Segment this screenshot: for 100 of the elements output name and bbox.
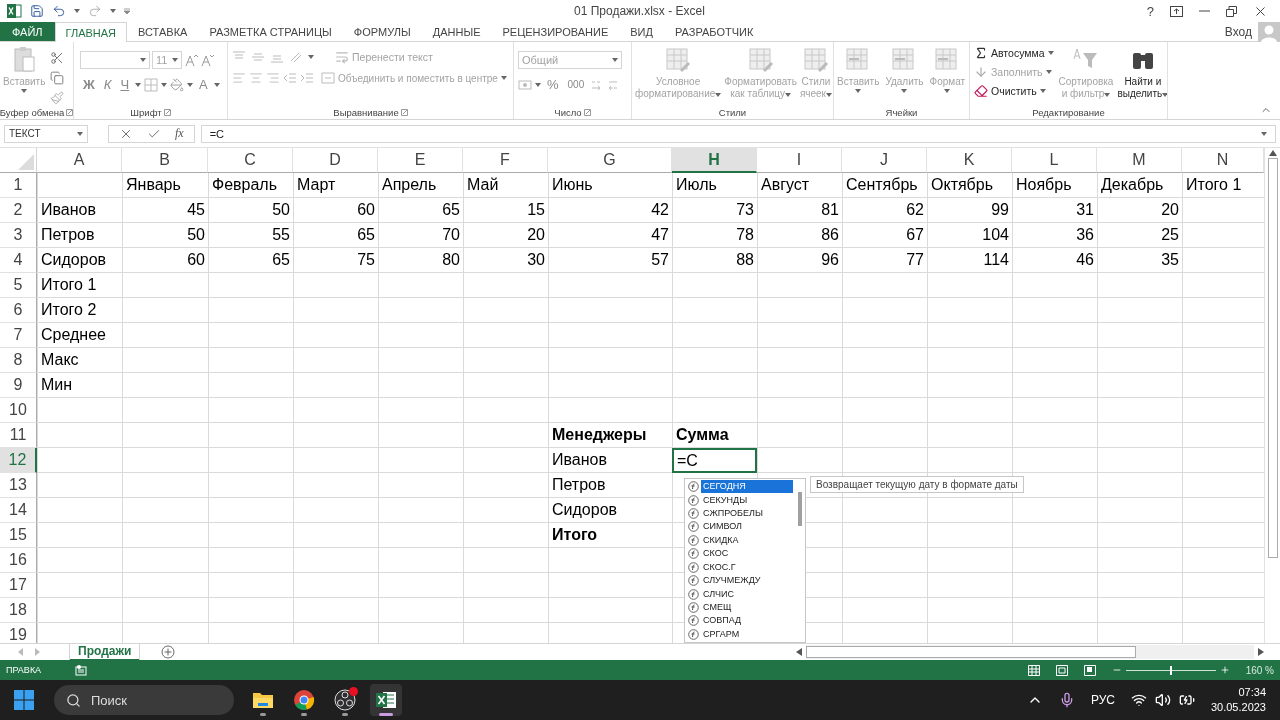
autocomplete-item[interactable]: СЖПРОБЕЛЫ xyxy=(701,507,793,521)
group-label: Шрифт xyxy=(130,106,162,118)
ribbon-tab[interactable]: ФОРМУЛЫ xyxy=(342,22,422,41)
number-cell: 15 xyxy=(463,198,548,223)
column-header[interactable]: J xyxy=(842,148,927,173)
language-indicator[interactable]: РУС xyxy=(1090,693,1115,707)
number-cell: 65 xyxy=(293,223,378,248)
table-cell: Июль xyxy=(672,173,757,198)
insert-function-button[interactable]: fx xyxy=(175,126,184,141)
table-cell: Ноябрь xyxy=(1012,173,1097,198)
autocomplete-item[interactable]: СКИДКА xyxy=(701,533,793,547)
mode-indicator: ПРАВКА xyxy=(6,665,42,675)
row-header[interactable]: 3 xyxy=(0,223,37,248)
column-header[interactable]: H xyxy=(672,148,757,173)
ribbon-tab[interactable]: РАЗРАБОТЧИК xyxy=(663,22,765,41)
autocomplete-item[interactable]: СЛЧИС xyxy=(701,587,793,601)
autocomplete-item[interactable]: СМЕЩ xyxy=(701,601,793,614)
table-cell: Декабрь xyxy=(1097,173,1182,198)
autocomplete-item[interactable]: СРГАРМ xyxy=(701,627,793,641)
column-header[interactable]: F xyxy=(463,148,548,173)
number-cell: 42 xyxy=(548,198,672,223)
column-header[interactable]: A xyxy=(37,148,122,173)
number-cell: 65 xyxy=(378,198,463,223)
row-header[interactable]: 19 xyxy=(0,623,37,643)
row-header[interactable]: 4 xyxy=(0,248,37,273)
autocomplete-item[interactable]: СОВПАД xyxy=(701,614,793,628)
table-cell: Иванов xyxy=(548,448,672,473)
number-cell: 47 xyxy=(548,223,672,248)
row-header[interactable]: 15 xyxy=(0,523,37,548)
autocomplete-item[interactable]: СЛУЧМЕЖДУ xyxy=(701,574,793,588)
column-header[interactable]: K xyxy=(927,148,1012,173)
help-button[interactable]: ? xyxy=(1146,3,1154,19)
clock[interactable]: 07:34 30.05.2023 xyxy=(1210,685,1266,715)
clock-date: 30.05.2023 xyxy=(1210,700,1266,715)
ribbon-tab[interactable]: ВИД xyxy=(619,22,664,41)
number-cell: 88 xyxy=(672,248,757,273)
ribbon-tab[interactable]: ВСТАВКА xyxy=(127,22,199,41)
table-cell: Иванов xyxy=(37,198,122,223)
header-cell: Менеджеры xyxy=(548,423,672,448)
table-cell: Январь xyxy=(122,173,208,198)
table-cell: Итого 2 xyxy=(37,298,122,323)
number-cell: 73 xyxy=(672,198,757,223)
number-cell: 50 xyxy=(122,223,208,248)
column-header[interactable]: I xyxy=(757,148,842,173)
number-cell: 104 xyxy=(927,223,1012,248)
number-cell: 57 xyxy=(548,248,672,273)
row-header[interactable]: 16 xyxy=(0,548,37,573)
group-label: Редактирование xyxy=(1032,106,1105,118)
row-header[interactable]: 13 xyxy=(0,473,37,498)
header-cell: Сумма xyxy=(672,423,757,448)
number-cell: 96 xyxy=(757,248,842,273)
group-label: Буфер обмена xyxy=(0,106,65,118)
column-header[interactable]: E xyxy=(378,148,463,173)
row-header[interactable]: 10 xyxy=(0,398,37,423)
sheet-tab[interactable]: Продажи xyxy=(70,643,140,661)
number-cell: 99 xyxy=(927,198,1012,223)
group-label: Число xyxy=(554,106,582,118)
row-header[interactable]: 14 xyxy=(0,498,37,523)
file-tab[interactable]: ФАЙЛ xyxy=(0,22,55,41)
sign-in-link[interactable]: Вход xyxy=(1224,24,1252,39)
column-header[interactable]: B xyxy=(122,148,208,173)
column-header[interactable]: D xyxy=(293,148,378,173)
number-cell: 67 xyxy=(842,223,927,248)
find-select-button[interactable]: Найти и выделить xyxy=(1116,45,1167,100)
row-header[interactable]: 7 xyxy=(0,323,37,348)
row-header[interactable]: 6 xyxy=(0,298,37,323)
row-header[interactable]: 12 xyxy=(0,448,37,473)
autosum-button[interactable]: Автосумма xyxy=(972,45,1056,61)
autocomplete-item[interactable]: СЕКУНДЫ xyxy=(701,493,793,507)
name-box[interactable]: ТЕКСТ xyxy=(4,124,88,143)
row-header[interactable]: 1 xyxy=(0,173,37,198)
column-header[interactable]: N xyxy=(1182,148,1264,173)
autocomplete-item[interactable]: СИМВОЛ xyxy=(701,520,793,534)
autocomplete-item[interactable]: СКОС.Г xyxy=(701,560,793,574)
ribbon-tab[interactable]: ГЛАВНАЯ xyxy=(54,22,128,42)
autocomplete-item[interactable]: СКОС xyxy=(701,547,793,561)
column-header[interactable]: L xyxy=(1012,148,1097,173)
number-cell: 77 xyxy=(842,248,927,273)
table-cell: Август xyxy=(757,173,842,198)
search-field[interactable]: Поиск xyxy=(54,685,234,715)
formula-input[interactable]: =С xyxy=(200,124,1276,143)
table-cell: Среднее xyxy=(37,323,122,348)
row-header[interactable]: 8 xyxy=(0,348,37,373)
table-cell: Апрель xyxy=(378,173,463,198)
column-header[interactable]: C xyxy=(208,148,293,173)
clear-button[interactable]: Очистить xyxy=(972,83,1056,99)
ribbon-tab[interactable]: ДАННЫЕ xyxy=(421,22,492,41)
zoom-level[interactable]: 160 % xyxy=(1245,664,1274,676)
row-header[interactable]: 5 xyxy=(0,273,37,298)
number-cell: 86 xyxy=(757,223,842,248)
column-header[interactable]: M xyxy=(1097,148,1182,173)
autocomplete-item[interactable]: СЕГОДНЯ xyxy=(701,480,793,494)
row-header[interactable]: 17 xyxy=(0,573,37,598)
ribbon-tab[interactable]: РАЗМЕТКА СТРАНИЦЫ xyxy=(198,22,343,41)
row-header[interactable]: 2 xyxy=(0,198,37,223)
row-header[interactable]: 9 xyxy=(0,373,37,398)
table-cell: Петров xyxy=(37,223,122,248)
row-header[interactable]: 18 xyxy=(0,598,37,623)
table-cell: Сентябрь xyxy=(842,173,927,198)
ribbon-tab[interactable]: РЕЦЕНЗИРОВАНИЕ xyxy=(491,22,620,41)
